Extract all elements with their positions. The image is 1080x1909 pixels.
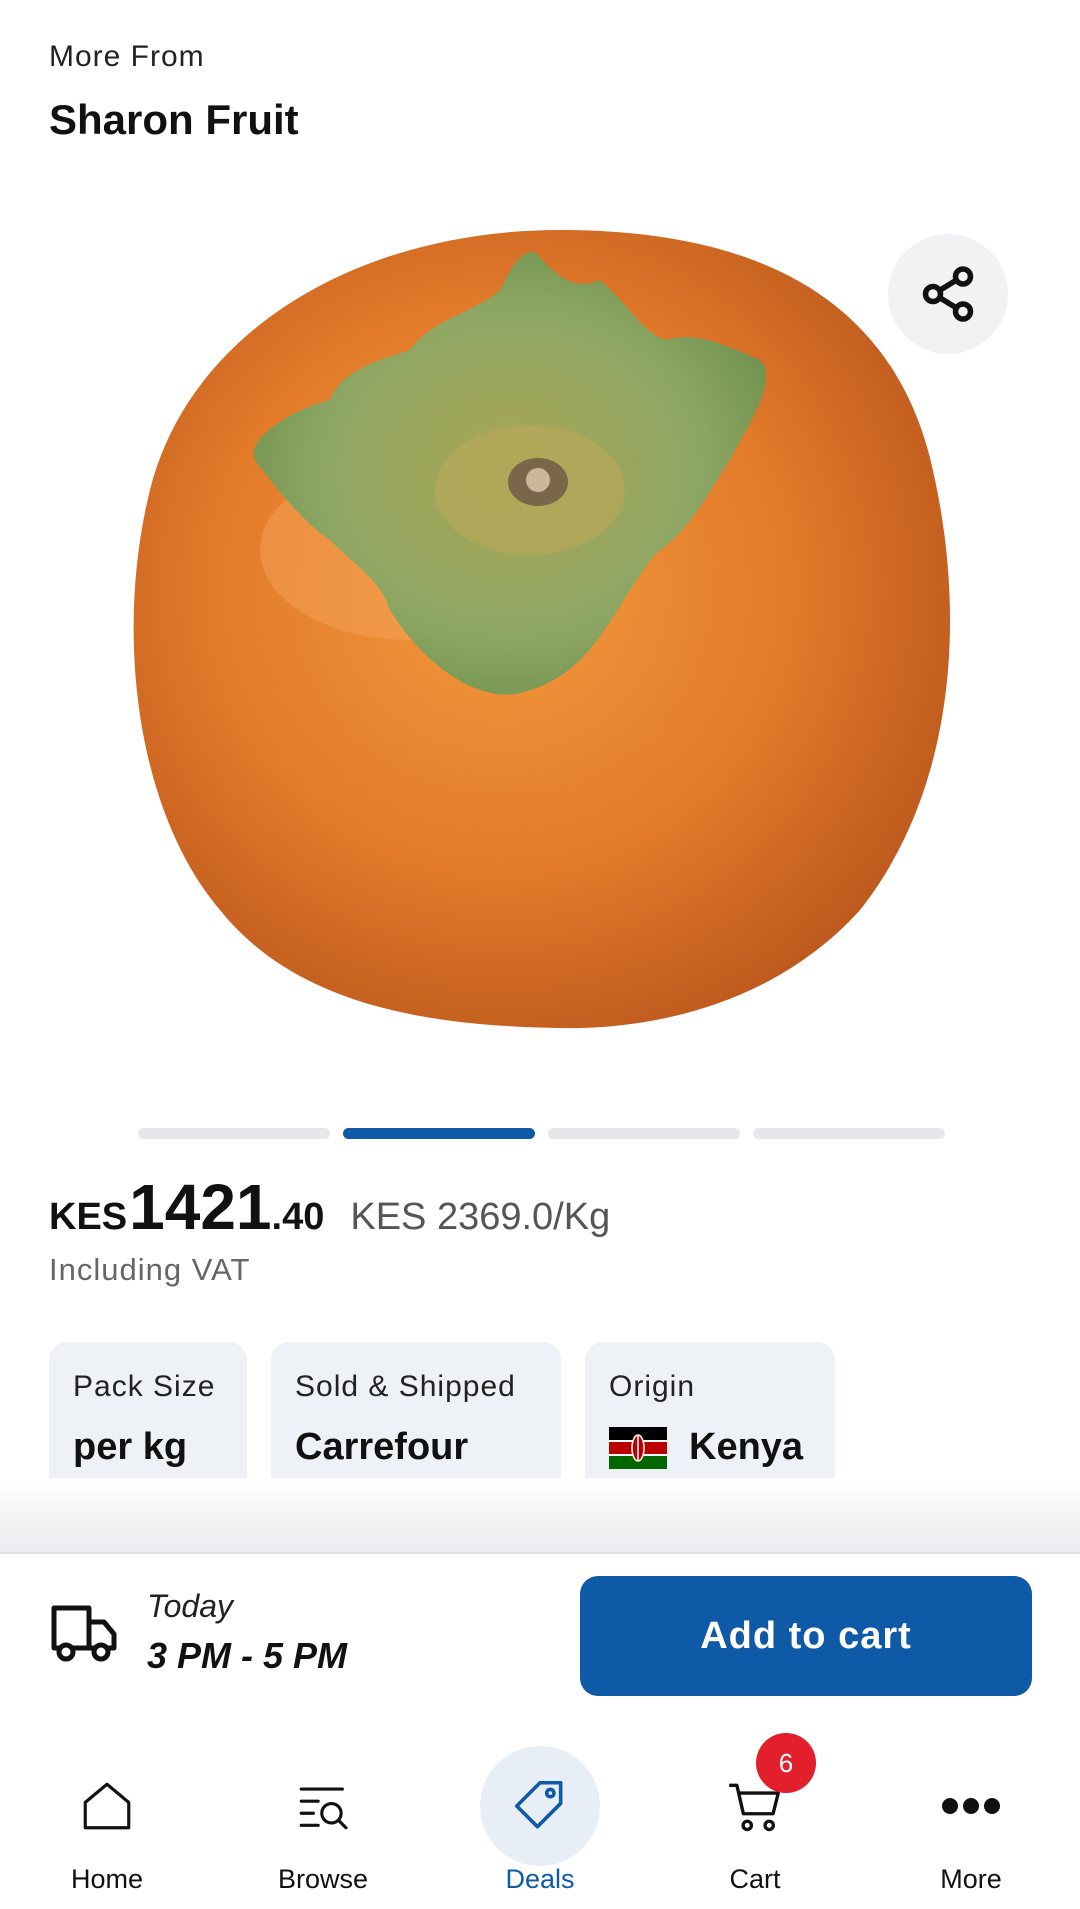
nav-deals[interactable]: Deals [450, 1716, 630, 1909]
more-icon [911, 1746, 1031, 1866]
kenya-flag-icon [609, 1426, 667, 1469]
nav-home[interactable]: Home [17, 1716, 197, 1909]
nav-cart[interactable]: Cart [665, 1716, 845, 1909]
nav-more[interactable]: More [881, 1716, 1061, 1909]
vat-note: Including VAT [49, 1252, 251, 1287]
nav-label: Cart [729, 1864, 781, 1894]
chip-origin: Origin Kenya [585, 1342, 835, 1496]
cart-count-badge: 6 [756, 1733, 816, 1793]
header-subtitle: More From [49, 40, 205, 73]
unit-price: KES 2369.0/Kg [350, 1196, 611, 1238]
browse-icon [263, 1746, 383, 1866]
home-icon [47, 1746, 167, 1866]
tag-icon [480, 1746, 600, 1866]
nav-browse[interactable]: Browse [233, 1716, 413, 1909]
price-decimal: .40 [271, 1196, 325, 1238]
nav-label: More [940, 1864, 1002, 1894]
add-to-cart-button[interactable]: Add to cart [580, 1576, 1032, 1696]
chip-label: Origin [609, 1370, 696, 1403]
chip-value: Carrefour [295, 1426, 469, 1468]
nav-label: Deals [505, 1864, 575, 1894]
divider [0, 1552, 1080, 1554]
chip-pack-size: Pack Size per kg [49, 1342, 247, 1496]
carousel-dot[interactable] [138, 1128, 330, 1139]
chip-label: Sold & Shipped [295, 1370, 516, 1403]
page-title: Sharon Fruit [49, 96, 299, 143]
product-info-chips: Pack Size per kg Sold & Shipped Carrefou… [49, 1342, 835, 1496]
nav-label: Browse [277, 1864, 369, 1894]
page-header: More From Sharon Fruit [49, 40, 1029, 144]
carousel-dot[interactable] [548, 1128, 740, 1139]
share-button[interactable] [888, 234, 1008, 354]
price-currency: KES [49, 1196, 128, 1238]
price: KES 1421 .40 KES 2369.0/Kg [49, 1170, 610, 1244]
delivery-time: 3 PM - 5 PM [147, 1635, 348, 1676]
truck-icon [51, 1605, 117, 1661]
share-icon [922, 266, 974, 322]
chip-seller: Sold & Shipped Carrefour [271, 1342, 561, 1496]
nav-label: Home [70, 1864, 144, 1894]
chip-value: per kg [73, 1426, 188, 1468]
origin-value: Kenya [689, 1426, 804, 1468]
delivery-info: Today 3 PM - 5 PM [49, 1588, 347, 1677]
chip-value: Kenya [609, 1426, 811, 1469]
bottom-nav: Home Browse Deals Cart More [0, 1716, 1080, 1909]
delivery-day: Today [147, 1588, 233, 1624]
carousel-dot-active[interactable] [343, 1128, 535, 1139]
scroll-fade [0, 1478, 1080, 1552]
price-integer: 1421 [129, 1171, 272, 1243]
carousel-indicator [138, 1128, 945, 1139]
carousel-dot[interactable] [753, 1128, 945, 1139]
chip-label: Pack Size [73, 1370, 216, 1403]
